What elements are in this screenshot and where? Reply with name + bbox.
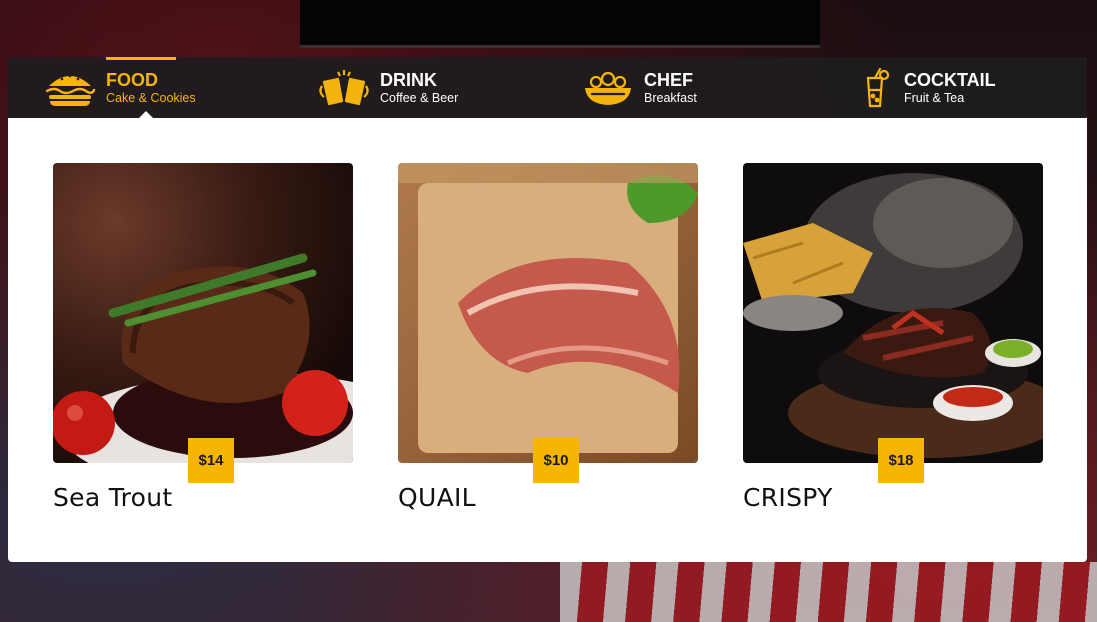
tab-subtitle: Breakfast (644, 90, 697, 105)
tab-title: CHEF (644, 69, 693, 90)
menu-tab-bar: FOOD Cake & Cookies DRINK Coffee & Beer (8, 57, 1087, 119)
menu-card[interactable]: $14 Sea Trout (53, 163, 353, 512)
burger-icon (44, 68, 96, 108)
tab-cocktail[interactable]: COCKTAIL Fruit & Tea (856, 57, 996, 118)
beer-mugs-icon (318, 68, 370, 108)
dish-name[interactable]: CRISPY (743, 483, 1043, 512)
salad-bowl-icon (582, 68, 634, 108)
tab-title: DRINK (380, 69, 437, 90)
dish-image-fajitas[interactable] (743, 163, 1043, 463)
tab-subtitle: Coffee & Beer (380, 90, 459, 105)
background-booth (560, 562, 1097, 622)
tab-title: COCKTAIL (904, 69, 996, 90)
tab-chef[interactable]: CHEF Breakfast (582, 57, 697, 118)
dish-image-prosciutto[interactable] (398, 163, 698, 463)
tab-subtitle: Cake & Cookies (106, 90, 196, 105)
active-tab-indicator (106, 57, 176, 60)
dish-image-steak[interactable] (53, 163, 353, 463)
menu-card[interactable]: $10 QUAIL (398, 163, 698, 512)
cocktail-glass-icon (856, 67, 894, 108)
dish-name[interactable]: Sea Trout (53, 483, 353, 512)
tab-title: FOOD (106, 69, 158, 90)
menu-panel: $14 Sea Trout $10 QUAIL $18 CRISPY (8, 118, 1087, 562)
tab-subtitle: Fruit & Tea (904, 90, 965, 105)
price-badge: $14 (188, 438, 234, 483)
price-badge: $10 (533, 438, 579, 483)
price-badge: $18 (878, 438, 924, 483)
tab-drink[interactable]: DRINK Coffee & Beer (318, 57, 458, 118)
menu-card[interactable]: $18 CRISPY (743, 163, 1043, 512)
tab-food[interactable]: FOOD Cake & Cookies (44, 57, 196, 119)
dish-name[interactable]: QUAIL (398, 483, 698, 512)
background-ceiling (300, 0, 820, 48)
